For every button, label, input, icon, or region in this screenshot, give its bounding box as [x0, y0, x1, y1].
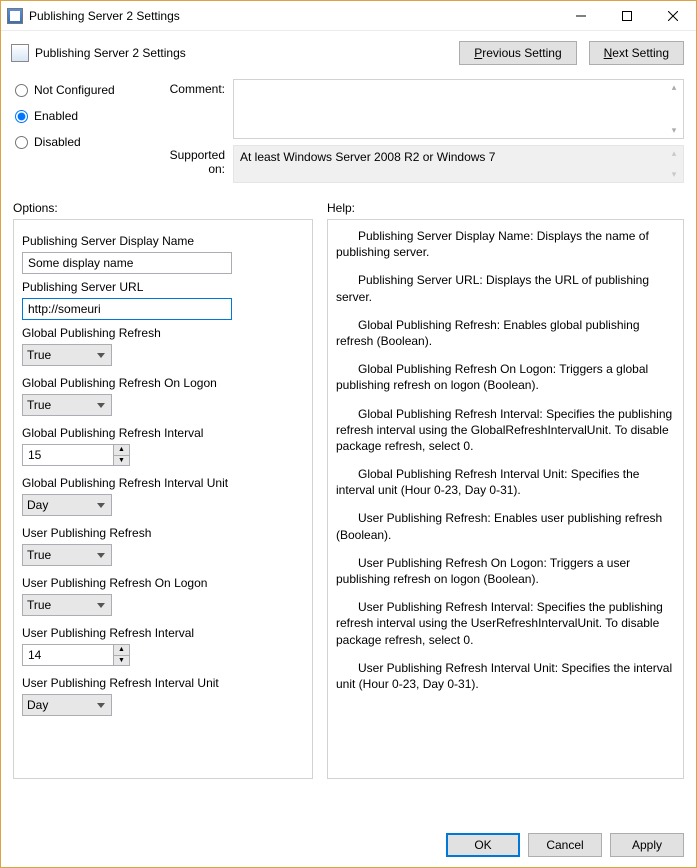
options-heading: Options: — [13, 201, 313, 215]
option-spinner[interactable]: 14▲▼ — [22, 644, 130, 666]
spinner-up-icon[interactable]: ▲ — [114, 645, 129, 656]
page-title: Publishing Server 2 Settings — [35, 46, 447, 60]
apply-button[interactable]: Apply — [610, 833, 684, 857]
option-dropdown-value: True — [27, 348, 51, 362]
option-dropdown[interactable]: True — [22, 594, 112, 616]
ok-button[interactable]: OK — [446, 833, 520, 857]
option-text-input[interactable] — [22, 252, 232, 274]
help-paragraph: User Publishing Refresh Interval: Specif… — [336, 599, 675, 648]
scroll-up-icon: ▴ — [667, 82, 681, 93]
scroll-down-icon: ▾ — [667, 169, 681, 180]
option-label: User Publishing Refresh On Logon — [22, 576, 304, 590]
comment-label: Comment: — [153, 79, 233, 139]
option-label: Global Publishing Refresh On Logon — [22, 376, 304, 390]
scroll-up-icon: ▴ — [667, 148, 681, 159]
cancel-button[interactable]: Cancel — [528, 833, 602, 857]
help-paragraph: Global Publishing Refresh Interval: Spec… — [336, 406, 675, 455]
dialog-buttons: OK Cancel Apply — [446, 833, 684, 857]
maximize-button[interactable] — [604, 1, 650, 30]
option-dropdown[interactable]: Day — [22, 694, 112, 716]
spinner-up-icon[interactable]: ▲ — [114, 445, 129, 456]
option-dropdown-value: True — [27, 398, 51, 412]
option-dropdown-value: Day — [27, 498, 48, 512]
option-dropdown-value: True — [27, 548, 51, 562]
help-paragraph: Global Publishing Refresh Interval Unit:… — [336, 466, 675, 498]
spinner-down-icon[interactable]: ▼ — [114, 656, 129, 666]
option-label: Global Publishing Refresh Interval — [22, 426, 304, 440]
option-dropdown[interactable]: Day — [22, 494, 112, 516]
supported-label: Supported on: — [153, 145, 233, 183]
radio-label: Disabled — [34, 135, 81, 149]
minimize-button[interactable] — [558, 1, 604, 30]
radio-disabled[interactable]: Disabled — [13, 135, 143, 149]
radio-label: Not Configured — [34, 83, 115, 97]
header: Publishing Server 2 Settings Previous Se… — [1, 31, 696, 73]
help-paragraph: Global Publishing Refresh: Enables globa… — [336, 317, 675, 349]
option-dropdown[interactable]: True — [22, 394, 112, 416]
supported-on-value: At least Windows Server 2008 R2 or Windo… — [233, 145, 684, 183]
help-paragraph: User Publishing Refresh Interval Unit: S… — [336, 660, 675, 692]
option-spinner[interactable]: 15▲▼ — [22, 444, 130, 466]
app-icon — [7, 8, 23, 24]
option-text-input[interactable] — [22, 298, 232, 320]
radio-not-configured[interactable]: Not Configured — [13, 83, 143, 97]
option-label: User Publishing Refresh Interval Unit — [22, 676, 304, 690]
option-spinner-value: 14 — [23, 645, 113, 665]
option-label: Publishing Server Display Name — [22, 234, 304, 248]
option-dropdown[interactable]: True — [22, 544, 112, 566]
policy-icon — [11, 44, 29, 62]
radio-label: Enabled — [34, 109, 78, 123]
help-heading: Help: — [327, 201, 684, 215]
help-paragraph: Publishing Server URL: Displays the URL … — [336, 272, 675, 304]
option-label: Global Publishing Refresh — [22, 326, 304, 340]
comment-input[interactable]: ▴ ▾ — [233, 79, 684, 139]
help-paragraph: Publishing Server Display Name: Displays… — [336, 228, 675, 260]
scroll-down-icon: ▾ — [667, 125, 681, 136]
spinner-down-icon[interactable]: ▼ — [114, 456, 129, 466]
window-title: Publishing Server 2 Settings — [29, 9, 558, 23]
help-paragraph: Global Publishing Refresh On Logon: Trig… — [336, 361, 675, 393]
option-label: Global Publishing Refresh Interval Unit — [22, 476, 304, 490]
option-label: Publishing Server URL — [22, 280, 304, 294]
help-paragraph: User Publishing Refresh: Enables user pu… — [336, 510, 675, 542]
titlebar: Publishing Server 2 Settings — [1, 1, 696, 31]
radio-enabled[interactable]: Enabled — [13, 109, 143, 123]
option-dropdown-value: True — [27, 598, 51, 612]
help-paragraph: User Publishing Refresh On Logon: Trigge… — [336, 555, 675, 587]
option-dropdown[interactable]: True — [22, 344, 112, 366]
help-pane: Publishing Server Display Name: Displays… — [327, 219, 684, 779]
option-label: User Publishing Refresh — [22, 526, 304, 540]
option-spinner-value: 15 — [23, 445, 113, 465]
options-pane: Publishing Server Display Name Publishing… — [13, 219, 313, 779]
previous-setting-button[interactable]: Previous Setting — [459, 41, 576, 65]
option-dropdown-value: Day — [27, 698, 48, 712]
close-button[interactable] — [650, 1, 696, 30]
option-label: User Publishing Refresh Interval — [22, 626, 304, 640]
next-setting-button[interactable]: Next Setting — [589, 41, 684, 65]
